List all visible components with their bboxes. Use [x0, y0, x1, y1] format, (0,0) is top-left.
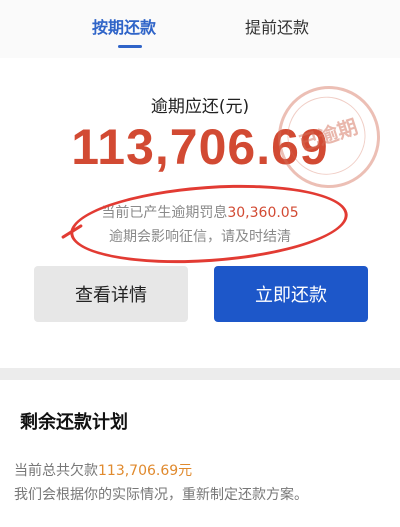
repayment-plan-title: 剩余还款计划 — [20, 412, 128, 433]
total-owed-prefix: 当前总共欠款 — [14, 463, 98, 479]
view-details-button[interactable]: 查看详情 — [34, 266, 188, 322]
tab-bar: 按期还款 提前还款 — [0, 0, 400, 58]
section-divider — [0, 368, 400, 380]
total-owed-line: 当前总共欠款113,706.69元 — [14, 460, 192, 480]
pay-now-button[interactable]: 立即还款 — [214, 266, 368, 322]
total-owed-amount: 113,706.69元 — [98, 463, 193, 479]
replan-note: 我们会根据你的实际情况，重新制定还款方案。 — [14, 487, 308, 503]
tab-scheduled-repayment[interactable]: 按期还款 — [92, 14, 156, 38]
active-tab-indicator — [118, 45, 142, 48]
repayment-plan-section — [0, 380, 400, 527]
tab-early-repayment[interactable]: 提前还款 — [245, 14, 309, 38]
